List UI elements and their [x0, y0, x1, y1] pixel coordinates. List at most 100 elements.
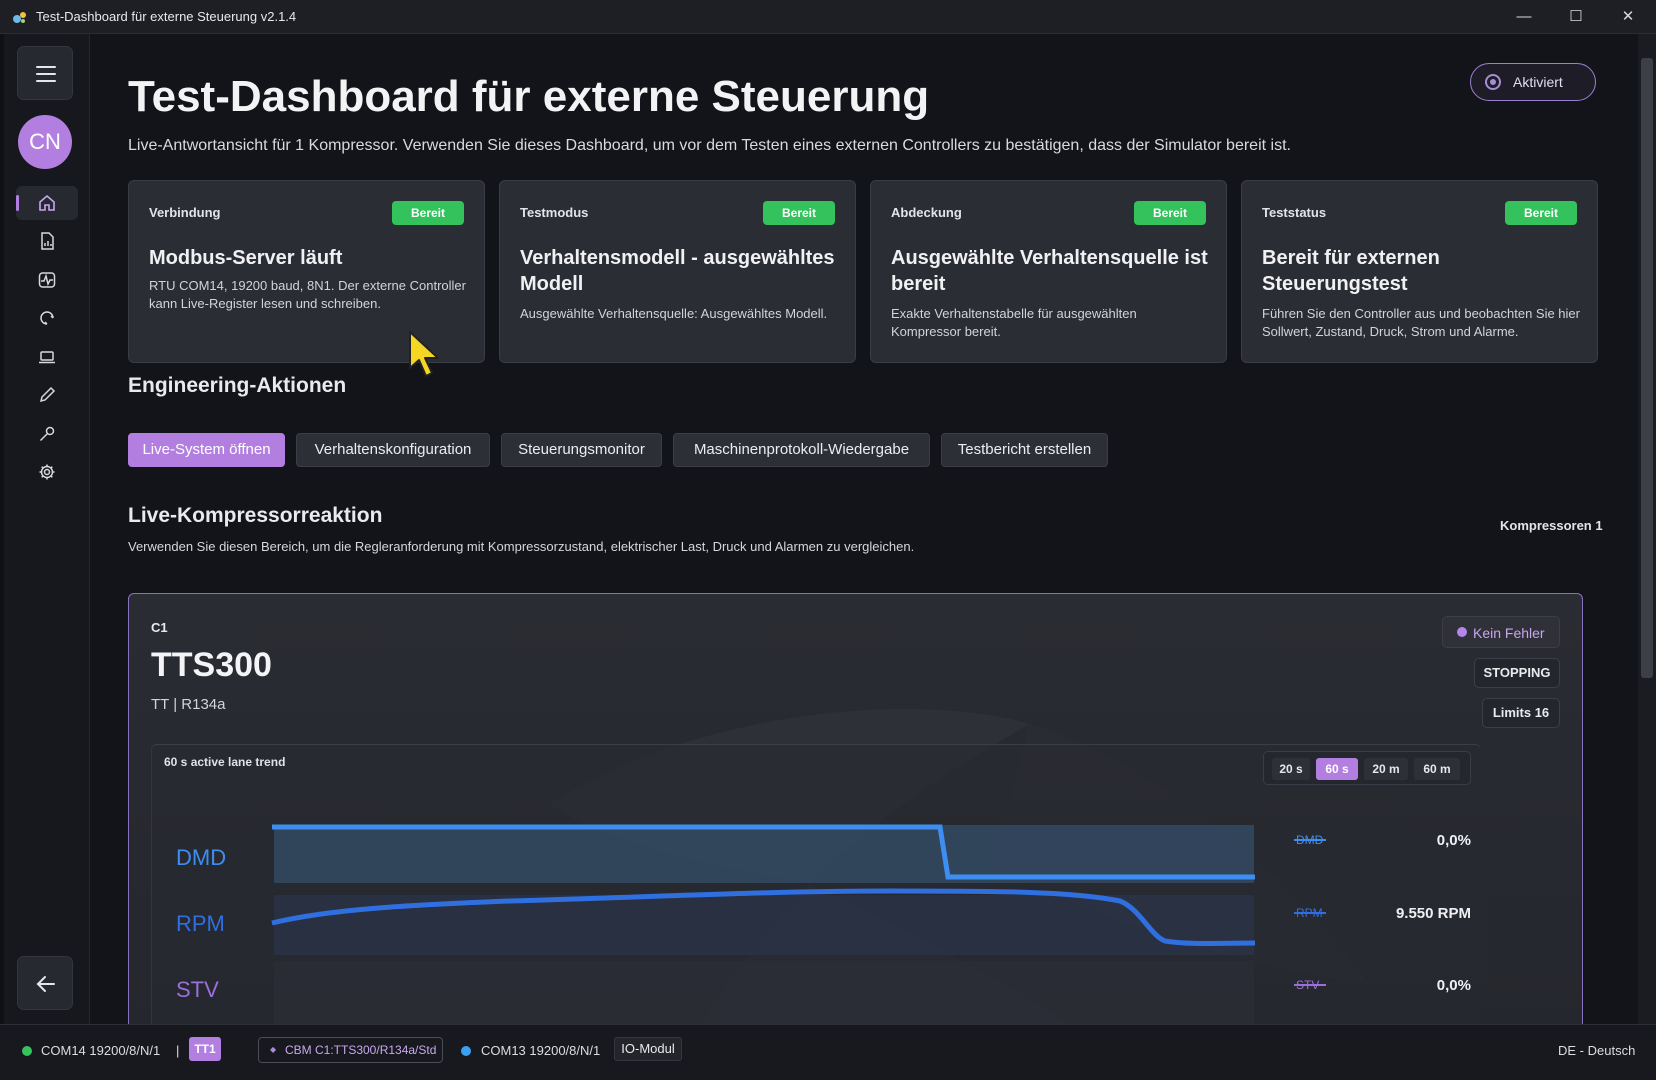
sidebar-item-home[interactable] [16, 186, 78, 220]
card-description: Führen Sie den Controller aus und beobac… [1262, 306, 1580, 339]
compressor-panel[interactable]: C1 TTS300 TT | R134a Kein Fehler STOPPIN… [128, 593, 1583, 1024]
status-badge: Bereit [1134, 201, 1206, 225]
menu-button[interactable] [17, 46, 73, 100]
card-label: Verbindung [149, 205, 221, 220]
stv-lane-band [274, 961, 1254, 1024]
fault-status-badge: Kein Fehler [1442, 616, 1560, 648]
status-bar: COM14 19200/8/N/1 | TT1 CBM C1:TTS300/R1… [0, 1024, 1656, 1080]
port2-label: COM13 19200/8/N/1 [481, 1043, 601, 1058]
sidebar-item-settings[interactable] [16, 455, 78, 489]
limits-badge[interactable]: Limits 16 [1482, 698, 1560, 728]
back-button[interactable] [17, 956, 73, 1010]
status-badge: Bereit [392, 201, 464, 225]
active-indicator [16, 195, 19, 211]
range-20m-button[interactable]: 20 m [1364, 758, 1408, 780]
locale-label[interactable]: DE - Deutsch [1558, 1043, 1635, 1058]
pen-icon [39, 386, 56, 403]
value-dmd: 0,0% [1436, 832, 1471, 849]
compressor-id: C1 [151, 620, 168, 635]
radio-icon [1485, 74, 1501, 90]
card-label: Abdeckung [891, 205, 962, 220]
compressor-meta: TT | R134a [151, 696, 226, 713]
laptop-icon [39, 351, 55, 364]
sidebar-item-edit[interactable] [16, 378, 78, 412]
status-badge: Bereit [1505, 201, 1577, 225]
card-title: Bereit für externen Steuerungstest [1262, 247, 1440, 295]
gear-icon [39, 464, 55, 480]
app-icon [13, 12, 26, 23]
sidebar-item-refresh[interactable] [16, 301, 78, 335]
range-20s-button[interactable]: 20 s [1272, 758, 1310, 780]
card-description: RTU COM14, 19200 baud, 8N1. Der externe … [149, 278, 466, 311]
card-title: Modbus-Server läuft [149, 247, 343, 269]
close-button[interactable]: ✕ [1608, 4, 1648, 30]
legend-rpm: RPM [1296, 906, 1323, 920]
sidebar-item-activity[interactable] [16, 263, 78, 297]
sidebar-item-reports[interactable] [16, 224, 78, 258]
fault-label: Kein Fehler [1473, 625, 1545, 641]
sidebar-item-tools[interactable] [16, 417, 78, 451]
tt1-tag[interactable]: TT1 [189, 1037, 221, 1061]
dmd-lane-band [274, 825, 1254, 883]
legend-stv: STV [1296, 978, 1320, 992]
trend-title: 60 s active lane trend [164, 755, 286, 769]
status-card-coverage: Abdeckung Bereit Ausgewählte Verhaltensq… [870, 180, 1227, 363]
title-bar: Test-Dashboard für externe Steuerung v2.… [0, 0, 1656, 34]
cbm-chip[interactable]: CBM C1:TTS300/R134a/Std [258, 1037, 443, 1063]
create-test-report-button[interactable]: Testbericht erstellen [941, 433, 1108, 467]
status-separator: | [176, 1043, 180, 1058]
behavior-config-button[interactable]: Verhaltenskonfiguration [296, 433, 490, 467]
mouse-cursor-icon [409, 331, 439, 377]
value-rpm: 9.550 RPM [1395, 905, 1471, 922]
range-60m-button[interactable]: 60 m [1414, 758, 1460, 780]
io-module-chip[interactable]: IO-Modul [614, 1037, 682, 1061]
vertical-scrollbar[interactable] [1638, 34, 1656, 1024]
live-heading: Live-Kompressorreaktion [128, 504, 383, 527]
status-badge: Bereit [763, 201, 835, 225]
card-title: Verhaltensmodell - ausgewähltes Modell [520, 247, 835, 295]
range-selector: 20 s 60 s 20 m 60 m [1263, 751, 1471, 785]
compressor-count: Kompressoren 1 [1500, 518, 1603, 533]
trend-chart [271, 824, 1256, 1024]
arrow-left-icon [36, 976, 55, 992]
minimize-button[interactable]: — [1504, 4, 1544, 30]
compressor-model: TTS300 [151, 646, 272, 684]
card-title: Ausgewählte Verhaltensquelle ist bereit [891, 247, 1208, 295]
card-label: Testmodus [520, 205, 589, 220]
card-description: Ausgewählte Verhaltensquelle: Ausgewählt… [520, 306, 828, 321]
scrollbar-thumb[interactable] [1641, 58, 1653, 678]
activity-icon [38, 272, 56, 288]
port2-status-dot [461, 1046, 471, 1056]
status-card-teststatus: Teststatus Bereit Bereit für externen St… [1241, 180, 1598, 363]
activated-toggle[interactable]: Aktiviert [1470, 63, 1596, 101]
avatar[interactable]: CN [18, 115, 72, 169]
sidebar-item-devices[interactable] [16, 340, 78, 374]
port1-label: COM14 19200/8/N/1 [41, 1043, 161, 1058]
lane-label-dmd: DMD [176, 845, 227, 870]
card-label: Teststatus [1262, 205, 1327, 220]
range-60s-button[interactable]: 60 s [1316, 758, 1358, 780]
hamburger-icon [36, 66, 56, 82]
page-title: Test-Dashboard für externe Steuerung [128, 72, 930, 121]
value-stv: 0,0% [1436, 977, 1471, 994]
maximize-button[interactable]: ☐ [1556, 4, 1596, 30]
live-subtitle: Verwenden Sie diesen Bereich, um die Reg… [128, 539, 915, 554]
lane-label-rpm: RPM [176, 911, 225, 936]
window-title: Test-Dashboard für externe Steuerung v2.… [36, 9, 297, 24]
main-content: Test-Dashboard für externe Steuerung Liv… [90, 34, 1638, 1024]
document-chart-icon [41, 232, 54, 250]
control-monitor-button[interactable]: Steuerungsmonitor [501, 433, 662, 467]
lane-label-stv: STV [176, 977, 219, 1002]
status-card-testmode: Testmodus Bereit Verhaltensmodell - ausg… [499, 180, 856, 363]
trend-panel: 60 s active lane trend 20 s 60 s 20 m 60… [151, 744, 1481, 1024]
machine-log-replay-button[interactable]: Maschinenprotokoll-Wiedergabe [673, 433, 930, 467]
wrench-icon [39, 426, 55, 442]
status-dot-icon [1457, 627, 1467, 637]
port1-status-dot [22, 1046, 32, 1056]
refresh-icon [40, 311, 54, 325]
state-badge: STOPPING [1474, 658, 1560, 688]
open-live-system-button[interactable]: Live-System öffnen [128, 433, 285, 467]
legend-dmd: DMD [1296, 833, 1324, 847]
sidebar: CN [4, 34, 90, 1024]
card-description: Exakte Verhaltenstabelle für ausgewählte… [891, 306, 1137, 339]
